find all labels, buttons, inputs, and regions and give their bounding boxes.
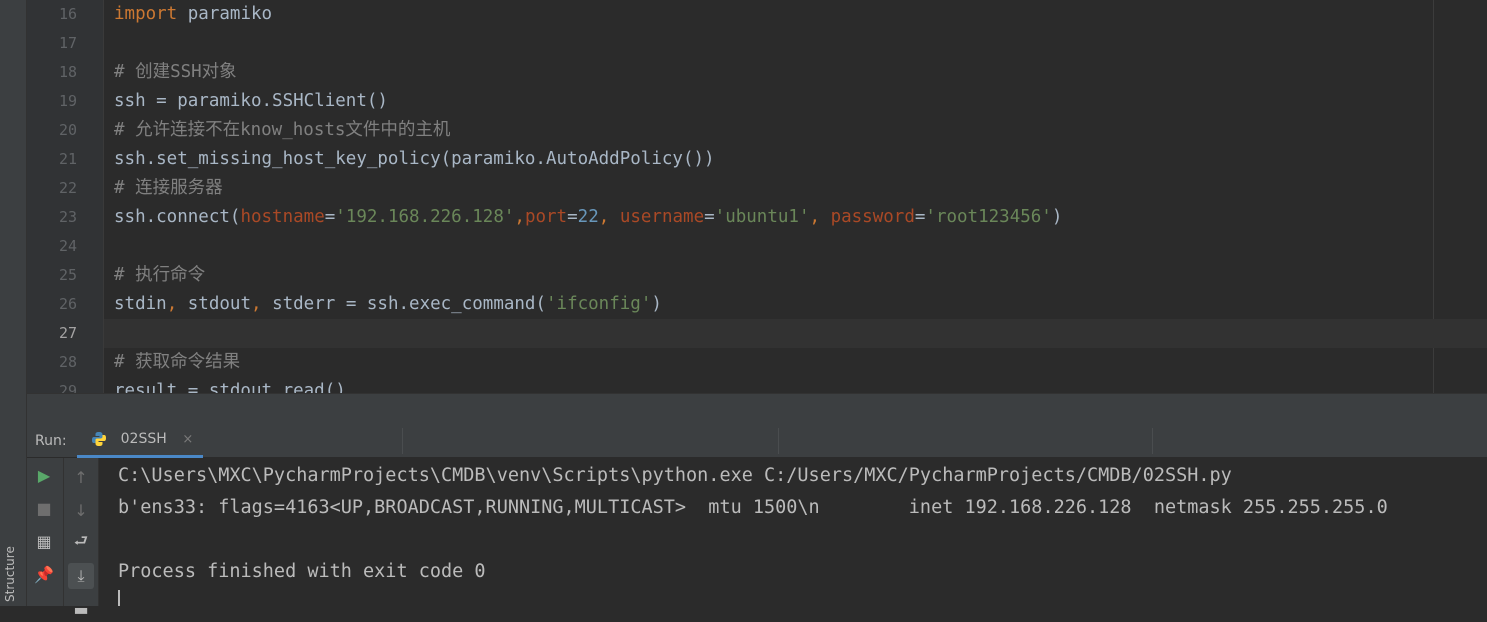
code-token: ssh.set_missing_host_key_policy(paramiko… [114,149,715,169]
left-tool-strip: Structure [0,0,27,606]
line-number: 27 [58,324,77,342]
code-token: # 允许连接不在know_hosts文件中的主机 [114,120,451,140]
pin-icon[interactable]: 📌 [31,561,57,587]
code-token: 'root123456' [925,207,1052,227]
up-arrow-icon-glyph: ↑ [74,467,88,487]
python-icon [92,432,106,446]
code-line[interactable]: # 创建SSH对象 [114,58,237,87]
run-console-output[interactable]: C:\Users\MXC\PycharmProjects\CMDB\venv\S… [99,458,1487,606]
print-icon[interactable]: ▬ [68,596,94,622]
line-number: 22 [58,179,77,197]
code-token: = [914,207,926,227]
code-token: stdin [114,294,167,314]
console-line: Process finished with exit code 0 [118,561,486,582]
code-token: '192.168.226.128' [335,207,515,227]
code-token: , [514,207,525,227]
header-divider [402,428,403,454]
down-arrow-icon-glyph: ↓ [74,500,88,520]
layout-icon-glyph: ▦ [36,531,52,551]
console-line: C:\Users\MXC\PycharmProjects\CMDB\venv\S… [118,465,1232,486]
panel-splitter[interactable] [27,393,1487,425]
text-caret [118,590,120,606]
line-number: 20 [58,121,77,139]
code-token: 'ifconfig' [546,294,652,314]
run-tab-02ssh[interactable]: 02SSH × [77,424,204,458]
code-line[interactable]: stdin, stdout, stderr = ssh.exec_command… [114,290,662,319]
code-line[interactable]: # 获取命令结果 [114,348,240,377]
structure-tool-tab[interactable]: Structure [3,546,17,602]
run-toolwindow-header: Run: 02SSH × [27,424,1487,458]
line-number: 17 [58,34,77,52]
code-line[interactable]: ssh.set_missing_host_key_policy(paramiko… [114,145,715,174]
code-token: = [567,207,578,227]
code-token: import [114,4,188,24]
code-line[interactable]: import paramiko [114,0,272,29]
run-icon-glyph: ▶ [37,465,51,485]
line-number: 21 [58,150,77,168]
code-token: , [166,294,188,314]
line-number: 19 [58,92,77,110]
code-token: = [324,207,336,227]
code-token: ssh.connect( [114,207,241,227]
close-icon[interactable]: × [182,432,193,447]
line-number: 25 [58,266,77,284]
code-token: stdout [187,294,251,314]
layout-icon[interactable]: ▦ [31,528,57,554]
code-token: # 执行命令 [114,265,206,285]
code-token: hostname [240,207,325,227]
stop-icon-glyph: ■ [36,498,52,518]
scroll-to-end-icon[interactable]: ⤓ [68,563,94,589]
header-divider [1152,428,1153,454]
code-token: 22 [577,207,599,227]
run-icon[interactable]: ▶ [31,462,57,488]
current-line-highlight [104,319,1487,348]
run-tab-label: 02SSH [120,431,167,447]
code-line[interactable]: # 连接服务器 [114,174,223,203]
code-token: password [830,207,915,227]
code-token: ssh = paramiko.SSHClient() [114,91,388,111]
code-token: , [250,294,273,314]
code-token: ) [651,294,662,314]
code-line[interactable]: # 允许连接不在know_hosts文件中的主机 [114,116,450,145]
run-toolbar-left: ▶ ■ ▦ 📌 [27,458,64,606]
code-line[interactable]: ssh.connect(hostname='192.168.226.128',p… [114,203,1062,232]
line-number: 23 [58,208,77,226]
code-token: username [619,207,705,227]
code-line[interactable]: # 执行命令 [114,261,205,290]
code-token: # 创建SSH对象 [114,62,237,82]
line-number: 26 [58,295,77,313]
code-token: # 连接服务器 [114,178,223,198]
stop-icon[interactable]: ■ [31,495,57,521]
code-token: port [524,207,568,227]
run-label: Run: [35,433,67,449]
down-arrow-icon[interactable]: ↓ [68,497,94,523]
code-token: stderr = ssh.exec_command( [272,294,546,314]
line-number: 24 [58,237,77,255]
code-line[interactable]: ssh = paramiko.SSHClient() [114,87,388,116]
pin-icon-glyph: 📌 [34,564,54,584]
scroll-to-end-icon-glyph: ⤓ [77,566,85,585]
code-token: 'ubuntu1' [714,207,810,227]
header-divider [778,428,779,454]
up-arrow-icon[interactable]: ↑ [68,464,94,490]
console-line: b'ens33: flags=4163<UP,BROADCAST,RUNNING… [118,497,1388,518]
code-token: paramiko [187,4,273,24]
code-token: , [598,207,620,227]
code-token: , [809,207,831,227]
code-token: ) [1051,207,1063,227]
code-token: = [704,207,715,227]
line-number: 16 [58,5,77,23]
code-token: # 获取命令结果 [114,352,241,372]
run-toolbar-right: ↑ ↓ ⮐ ⤓ ▬ [64,458,99,619]
line-number: 18 [58,63,77,81]
line-number: 28 [58,353,77,371]
soft-wrap-icon-glyph: ⮐ [73,530,89,550]
print-icon-glyph: ▬ [73,599,89,619]
soft-wrap-icon[interactable]: ⮐ [68,530,94,556]
